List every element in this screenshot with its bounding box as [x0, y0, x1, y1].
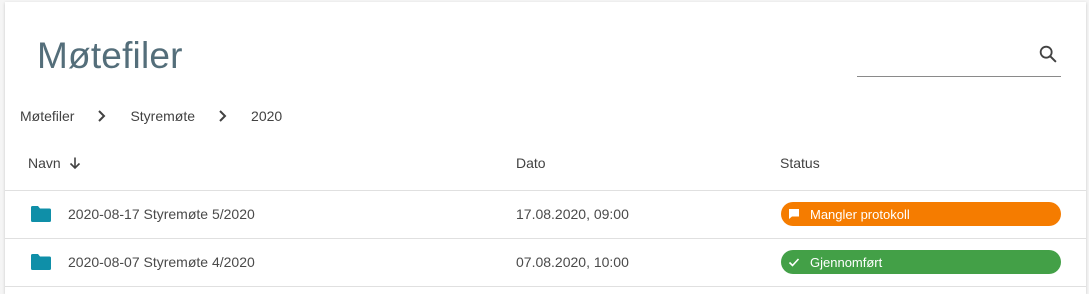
arrow-down-icon[interactable] [68, 156, 82, 170]
file-date: 17.08.2020, 09:00 [516, 206, 629, 222]
breadcrumb-item-styremote[interactable]: Styremøte [130, 108, 195, 124]
chevron-right-icon [98, 110, 106, 122]
search-field[interactable] [857, 38, 1061, 77]
breadcrumb-item-2020[interactable]: 2020 [251, 108, 282, 124]
column-header-status-label: Status [780, 155, 820, 171]
meeting-files-card: Møtefiler Møtefiler Styremøte 2020 Navn … [5, 2, 1086, 294]
search-input[interactable] [857, 38, 1027, 74]
status-label: Gjennomført [810, 254, 883, 270]
breadcrumb: Møtefiler Styremøte 2020 [20, 108, 282, 124]
column-header-date[interactable]: Dato [516, 155, 546, 171]
column-header-name[interactable]: Navn [28, 155, 82, 171]
breadcrumb-item-motefiler[interactable]: Møtefiler [20, 108, 74, 124]
page-title: Møtefiler [37, 35, 183, 76]
file-date: 07.08.2020, 10:00 [516, 254, 629, 270]
status-badge: Mangler protokoll [781, 202, 1061, 226]
file-name: 2020-08-17 Styremøte 5/2020 [68, 206, 255, 222]
column-header-date-label: Dato [516, 155, 546, 171]
folder-icon [31, 206, 51, 222]
status-label: Mangler protokoll [810, 206, 910, 222]
check-icon [788, 258, 800, 267]
folder-icon [31, 254, 51, 270]
column-header-status[interactable]: Status [780, 155, 820, 171]
column-header-name-label: Navn [28, 155, 61, 171]
table-header: Navn Dato Status [5, 142, 1086, 191]
table-row[interactable]: 2020-08-07 Styremøte 4/2020 07.08.2020, … [5, 239, 1086, 287]
comment-icon [789, 209, 799, 219]
search-icon[interactable] [1037, 43, 1059, 65]
status-badge: Gjennomført [781, 250, 1061, 274]
file-name: 2020-08-07 Styremøte 4/2020 [68, 254, 255, 270]
table-row[interactable]: 2020-08-17 Styremøte 5/2020 17.08.2020, … [5, 191, 1086, 239]
chevron-right-icon [219, 110, 227, 122]
